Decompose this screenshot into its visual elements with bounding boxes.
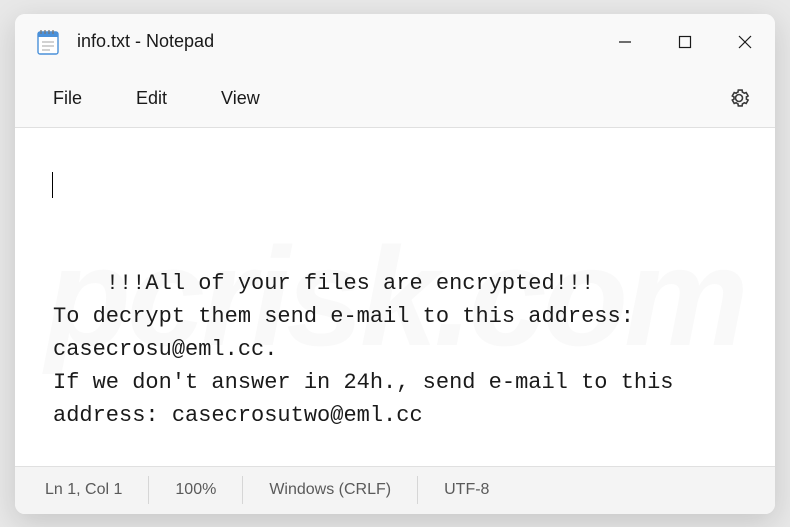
maximize-button[interactable] [655,14,715,70]
settings-button[interactable] [719,78,759,118]
close-icon [738,35,752,49]
titlebar: info.txt - Notepad [15,14,775,70]
menu-edit[interactable]: Edit [114,80,189,117]
menubar: File Edit View [15,70,775,128]
text-caret [52,172,53,198]
status-lineending: Windows (CRLF) [243,476,418,504]
text-editor[interactable]: pcrisk.com !!!All of your files are encr… [15,128,775,466]
window-controls [595,14,775,70]
minimize-button[interactable] [595,14,655,70]
status-position: Ln 1, Col 1 [35,476,149,504]
statusbar: Ln 1, Col 1 100% Windows (CRLF) UTF-8 [15,466,775,514]
gear-icon [727,86,751,110]
menu-view[interactable]: View [199,80,282,117]
notepad-window: info.txt - Notepad File Edit Vi [15,14,775,514]
status-zoom[interactable]: 100% [149,476,243,504]
notepad-icon [35,27,61,57]
minimize-icon [618,35,632,49]
status-encoding: UTF-8 [418,476,515,504]
editor-content: !!!All of your files are encrypted!!! To… [53,271,687,428]
menu-file[interactable]: File [31,80,104,117]
maximize-icon [678,35,692,49]
window-title: info.txt - Notepad [77,31,595,52]
close-button[interactable] [715,14,775,70]
